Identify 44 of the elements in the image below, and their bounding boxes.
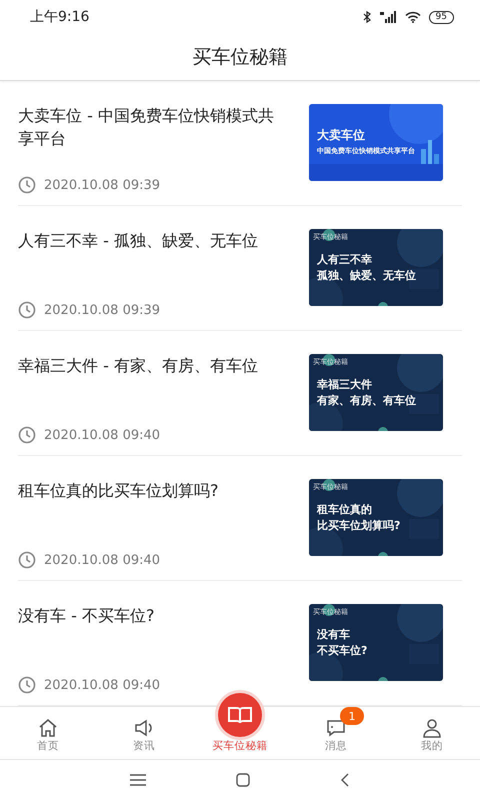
- page-title: 买车位秘籍: [192, 45, 288, 70]
- tab[interactable]: 我的: [392, 707, 472, 759]
- home-key-icon[interactable]: [236, 773, 250, 787]
- article-date: 2020.10.08 09:40: [44, 428, 160, 442]
- thumbnail-text: 人有三不幸: [317, 252, 373, 268]
- battery-icon: 95: [428, 10, 454, 24]
- tab[interactable]: 买车位秘籍: [200, 681, 280, 759]
- wifi-icon: [404, 11, 421, 23]
- thumbnail-text: 孤独、缺爱、无车位: [317, 268, 417, 284]
- tab[interactable]: 首页: [8, 707, 88, 759]
- article-date: 2020.10.08 09:40: [44, 552, 160, 568]
- article-title[interactable]: 大卖车位 - 中国免费车位快销模式共享平台: [18, 104, 280, 150]
- clock-icon: [18, 176, 36, 194]
- clock-icon: [18, 426, 36, 444]
- thumbnail-text: 租车位真的: [317, 502, 373, 518]
- chat-icon: [326, 718, 346, 738]
- article-date: 2020.10.08 09:40: [44, 678, 160, 692]
- article-title[interactable]: 幸福三大件 - 有家、有房、有车位: [18, 354, 280, 377]
- clock-icon: [18, 551, 36, 569]
- thumbnail-text: 有家、有房、有车位: [317, 392, 417, 408]
- home-icon: [38, 718, 58, 738]
- thumbnail-text: 幸福三大件: [317, 376, 373, 392]
- article-title[interactable]: 人有三不幸 - 孤独、缺爱、无车位: [18, 229, 280, 252]
- thumbnail-text: 不买车位?: [317, 642, 368, 658]
- signal-icon: [378, 11, 397, 23]
- tab[interactable]: 1 消息: [296, 707, 376, 759]
- unread-badge: 1: [340, 707, 364, 725]
- article-title[interactable]: 没有车 - 不买车位?: [18, 604, 280, 627]
- article-date: 2020.10.08 09:39: [44, 302, 160, 318]
- menu-icon[interactable]: [130, 774, 146, 786]
- book-icon: [218, 693, 262, 737]
- thumbnail-text: 没有车: [317, 626, 351, 642]
- speaker-icon: [134, 718, 154, 738]
- thumbnail-text: 大卖车位: [317, 126, 366, 142]
- article-date: 2020.10.08 09:39: [44, 178, 160, 192]
- status-time: 上午9:16: [30, 8, 90, 26]
- back-icon[interactable]: [340, 773, 350, 787]
- clock-icon: [18, 676, 36, 694]
- person-icon: [422, 718, 442, 738]
- thumbnail-text: 比买车位划算吗?: [317, 518, 402, 534]
- article-title[interactable]: 租车位真的比买车位划算吗?: [18, 479, 280, 502]
- clock-icon: [18, 301, 36, 319]
- bluetooth-icon: [362, 11, 371, 23]
- tab[interactable]: 资讯: [104, 707, 184, 759]
